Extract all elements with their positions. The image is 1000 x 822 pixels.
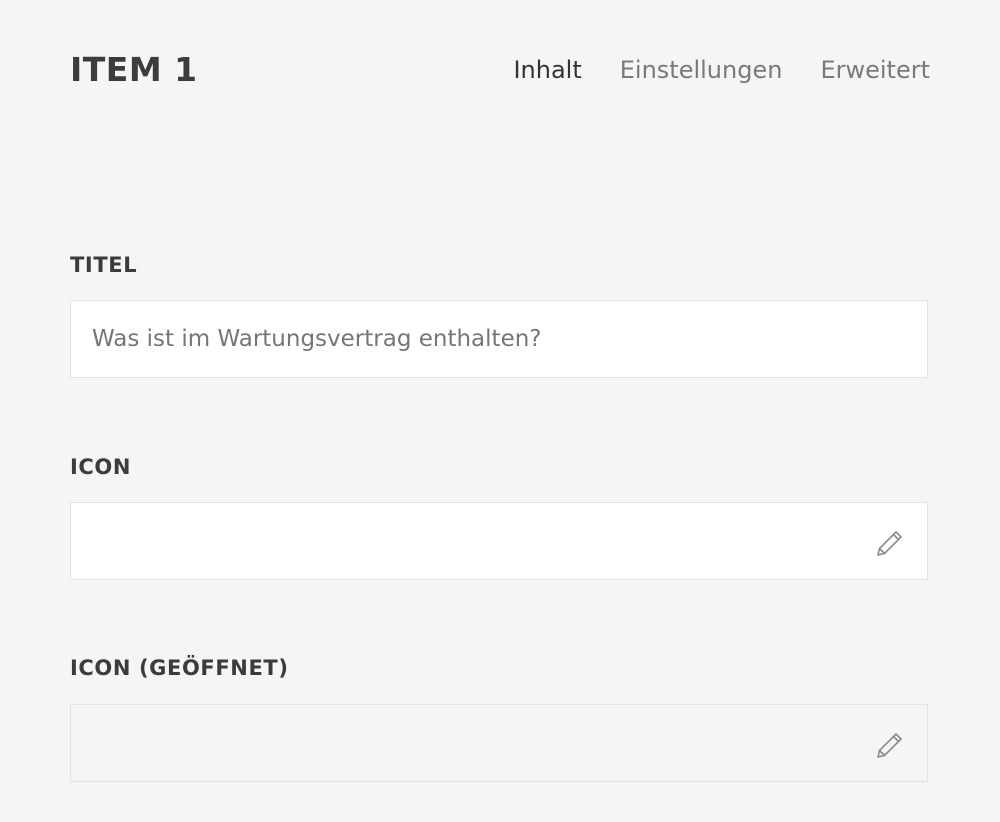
icon-geoeffnet-label: ICON (GEÖFFNET) [70, 656, 289, 680]
tab-inhalt[interactable]: Inhalt [513, 56, 581, 84]
icon-label: ICON [70, 455, 132, 479]
pencil-icon[interactable] [873, 527, 905, 559]
icon-geoeffnet-field[interactable] [70, 704, 928, 782]
titel-label: TITEL [70, 253, 138, 277]
header: ITEM 1 Inhalt Einstellungen Erweitert [70, 44, 930, 104]
tab-einstellungen[interactable]: Einstellungen [620, 56, 783, 84]
icon-field[interactable] [70, 502, 928, 580]
titel-input[interactable] [71, 301, 927, 377]
tab-bar: Inhalt Einstellungen Erweitert [513, 56, 930, 84]
tab-erweitert[interactable]: Erweitert [820, 56, 930, 84]
page-title: ITEM 1 [70, 50, 198, 89]
pencil-icon[interactable] [873, 729, 905, 761]
titel-field-box [70, 300, 928, 378]
